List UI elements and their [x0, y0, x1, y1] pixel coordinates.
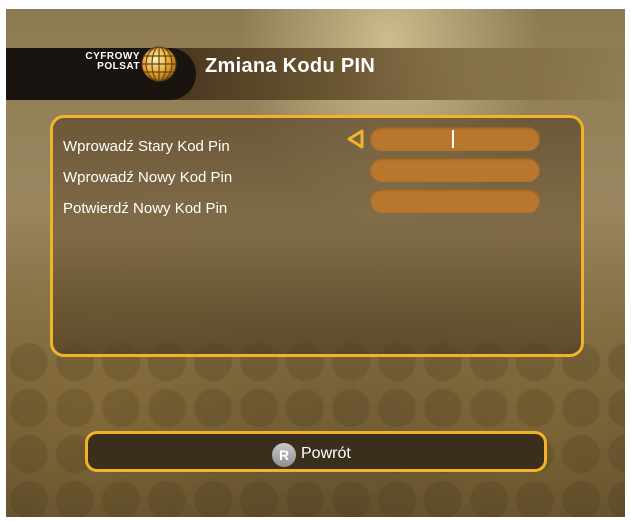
old-pin-field[interactable]	[370, 127, 540, 151]
new-pin-field[interactable]	[370, 158, 540, 182]
r-key-icon: R	[272, 443, 296, 467]
old-pin-label: Wprowadź Stary Kod Pin	[63, 138, 230, 155]
background-pattern	[6, 339, 625, 517]
page-title: Zmiana Kodu PIN	[205, 55, 376, 77]
new-pin-label: Wprowadź Nowy Kod Pin	[63, 169, 233, 186]
brand-logo-text: CYFROWY POLSAT	[48, 52, 140, 72]
triangle-left-pointer-icon	[347, 129, 364, 149]
text-cursor	[452, 130, 454, 148]
back-label: Powrót	[301, 445, 351, 462]
confirm-pin-label: Potwierdź Nowy Kod Pin	[63, 200, 228, 217]
confirm-pin-field[interactable]	[370, 189, 540, 213]
globe-logo-icon	[141, 46, 177, 82]
brand-line-2: POLSAT	[97, 61, 140, 72]
